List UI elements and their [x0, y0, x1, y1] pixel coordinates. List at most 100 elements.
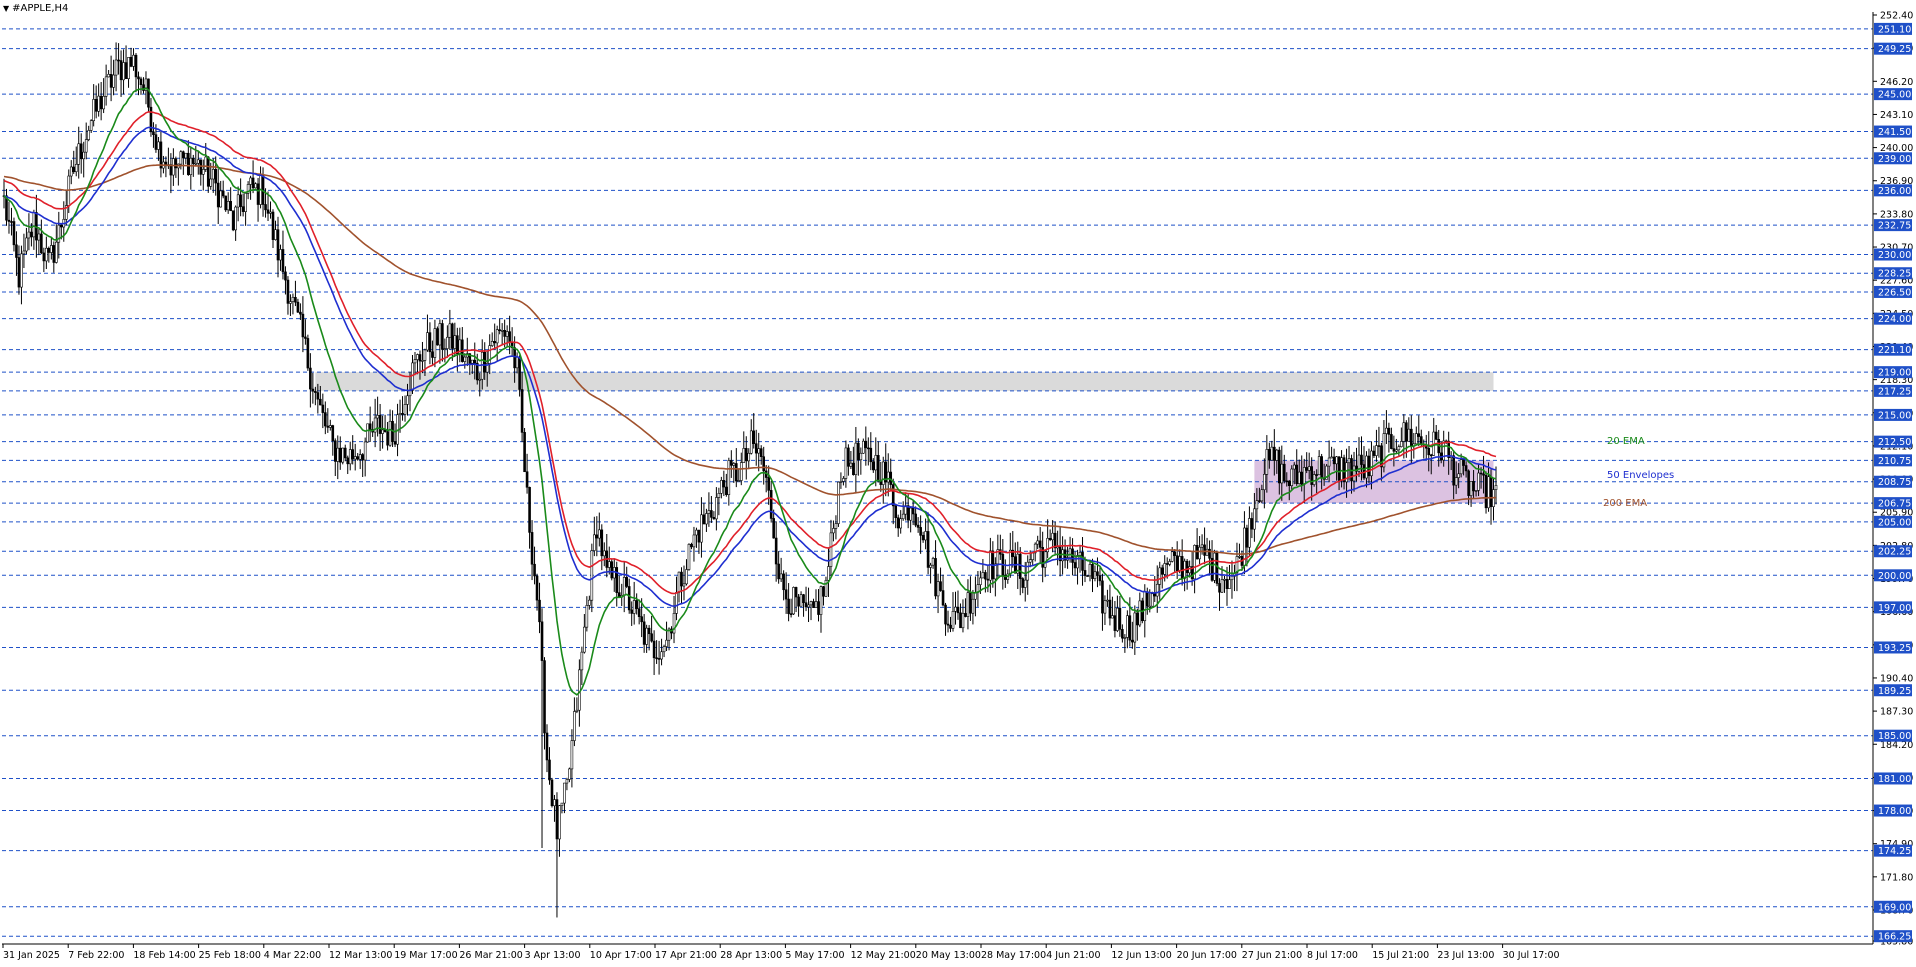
- candle-body: [356, 456, 359, 460]
- candle-body: [229, 201, 232, 212]
- candle-body: [328, 425, 332, 428]
- chart-title[interactable]: ▼ #APPLE,H4: [3, 3, 68, 14]
- candle-body: [538, 599, 541, 623]
- candle-body: [919, 527, 922, 536]
- candle-body: [348, 449, 352, 465]
- candle-body: [545, 732, 549, 761]
- candle-body: [859, 452, 863, 461]
- level-label: 206.75: [1878, 499, 1911, 510]
- candle-body: [1265, 449, 1269, 475]
- candle-body: [1395, 449, 1398, 452]
- candle-body: [864, 440, 868, 449]
- candle-body: [490, 341, 494, 346]
- candle-body: [89, 120, 93, 131]
- candle-body: [986, 578, 990, 581]
- time-tick-label: 10 Apr 17:00: [590, 950, 652, 961]
- candle-body: [1390, 434, 1393, 449]
- candle-body: [585, 605, 589, 628]
- candle-body: [744, 448, 748, 462]
- time-tick-label: 30 Jul 17:00: [1503, 950, 1560, 961]
- candle-body: [774, 537, 778, 565]
- candle-body: [346, 457, 350, 465]
- candle-body: [433, 328, 437, 358]
- candle-body: [124, 62, 128, 79]
- candle-body: [1023, 579, 1027, 588]
- candle-body: [869, 447, 873, 463]
- candle-body: [1153, 593, 1157, 597]
- price-chart[interactable]: 20 EMA50 Envelopes200 EMA 252.40249.3024…: [0, 0, 1916, 963]
- level-label: 230.00: [1878, 250, 1911, 261]
- candle-body: [685, 569, 688, 585]
- candle-body: [956, 606, 960, 614]
- candle-body: [1178, 556, 1181, 572]
- candle-body: [852, 462, 855, 476]
- candle-body: [555, 799, 559, 840]
- candle-body: [119, 60, 123, 81]
- candle-body: [1347, 458, 1351, 464]
- candle-body: [299, 311, 302, 315]
- level-label: 208.75: [1878, 477, 1911, 488]
- candle-body: [891, 484, 895, 507]
- candle-body: [842, 478, 845, 482]
- candle-body: [341, 447, 345, 463]
- candle-body: [782, 573, 785, 591]
- candle-body: [1452, 455, 1455, 486]
- candle-body: [650, 633, 653, 642]
- candle-body: [104, 76, 108, 97]
- candle-body: [214, 169, 218, 184]
- triangle-down-icon[interactable]: ▼: [3, 4, 9, 13]
- candle-body: [914, 513, 917, 526]
- candle-body: [1407, 428, 1411, 442]
- candle-body: [1417, 433, 1421, 437]
- candle-body: [15, 244, 18, 258]
- candle-body: [979, 577, 982, 585]
- candle-body: [1188, 566, 1191, 574]
- level-label: 236.00: [1878, 186, 1911, 197]
- candle-body: [697, 529, 701, 543]
- level-label: 193.25: [1878, 643, 1911, 654]
- candle-body: [535, 575, 539, 601]
- candle-body: [363, 441, 367, 461]
- candle-body: [1103, 600, 1107, 614]
- candle-body: [705, 513, 708, 525]
- candle-body: [134, 54, 138, 78]
- candle-body: [906, 505, 910, 521]
- candle-body: [1160, 567, 1164, 575]
- candle-body: [862, 440, 865, 454]
- candle-body: [182, 151, 185, 159]
- candle-body: [1198, 546, 1201, 560]
- level-label: 202.25: [1878, 547, 1911, 558]
- candle-body: [319, 398, 322, 406]
- candle-body: [1038, 540, 1042, 548]
- price-tick-label: 187.30: [1880, 707, 1913, 718]
- time-tick-label: 31 Jan 2025: [3, 950, 60, 961]
- candle-body: [807, 604, 810, 608]
- candle-body: [784, 589, 788, 600]
- candle-body: [1245, 527, 1249, 548]
- candle-body: [147, 78, 150, 108]
- candle-body: [1457, 473, 1460, 478]
- candle-body: [206, 156, 210, 187]
- candle-body: [792, 587, 795, 615]
- candle-body: [896, 517, 900, 529]
- candle-body: [809, 601, 813, 606]
- candle-body: [239, 194, 242, 207]
- candle-body: [936, 581, 940, 597]
- candle-body: [528, 486, 531, 533]
- candle-body: [102, 96, 105, 110]
- candle-body: [934, 558, 937, 597]
- candle-body: [944, 604, 947, 625]
- candle-body: [388, 420, 392, 446]
- candle-body: [241, 206, 245, 212]
- candle-body: [351, 449, 355, 460]
- candle-body: [575, 709, 579, 712]
- candle-body: [1098, 575, 1102, 582]
- candle-body: [1375, 445, 1378, 456]
- candle-body: [286, 279, 290, 304]
- candle-body: [717, 493, 721, 498]
- candle-body: [700, 514, 703, 543]
- chart-root: 20 EMA50 Envelopes200 EMA 252.40249.3024…: [0, 0, 1916, 963]
- candle-body: [1255, 500, 1259, 510]
- candle-body: [707, 510, 711, 514]
- candle-body: [311, 388, 315, 392]
